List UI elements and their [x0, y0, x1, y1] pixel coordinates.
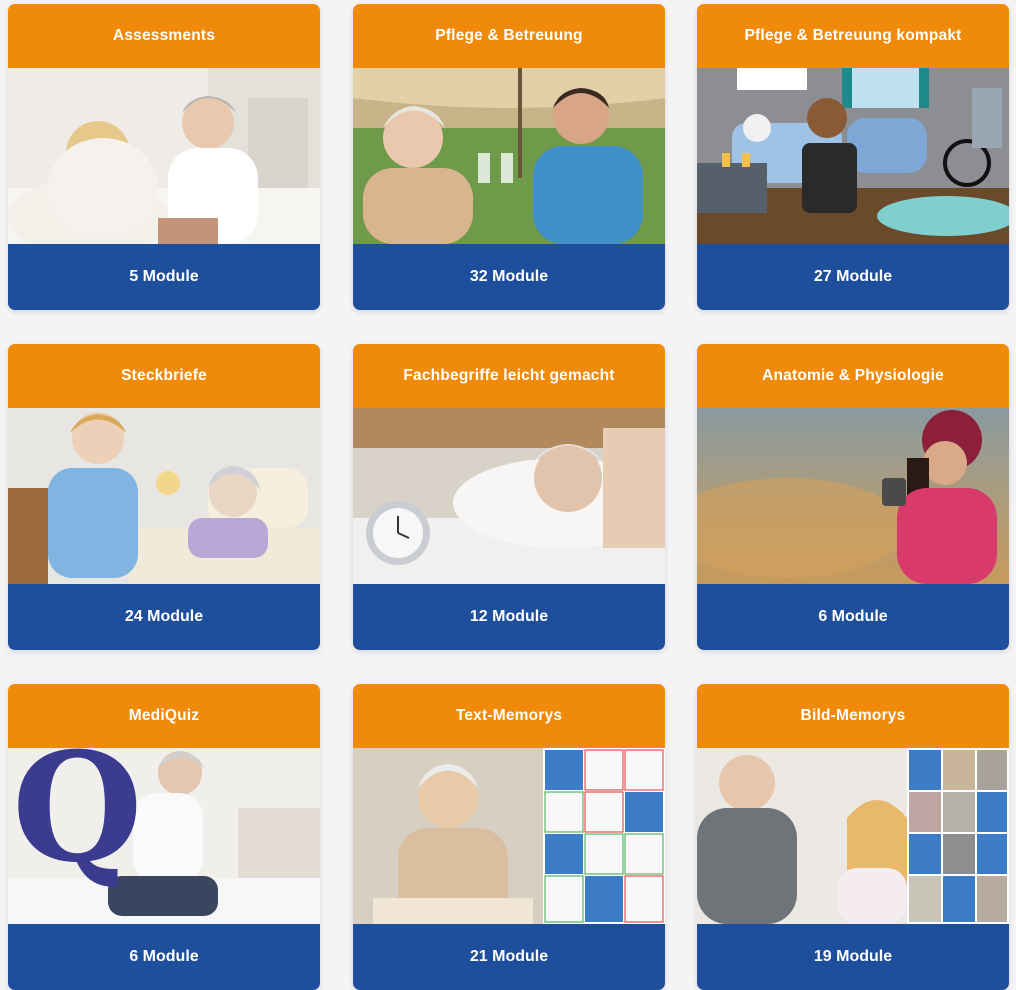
course-card-text-memorys[interactable]: Text-Memorys 21 Module: [353, 684, 665, 990]
nurse-toast-photo: [353, 68, 665, 244]
card-title: Assessments: [8, 4, 320, 68]
module-count: 12 Module: [353, 584, 665, 650]
card-image: [8, 408, 320, 584]
course-card-anatomie-physiologie[interactable]: Anatomie & Physiologie 6 Module: [697, 344, 1009, 650]
memory-card-grid: [543, 748, 665, 924]
card-image: Q: [8, 748, 320, 924]
card-title: Pflege & Betreuung: [353, 4, 665, 68]
card-image: [353, 68, 665, 244]
nurse-patient-illustration: [8, 408, 320, 584]
course-card-pflege-betreuung-kompakt[interactable]: Pflege & Betreuung kompakt 27 Module: [697, 4, 1009, 310]
patient-room-illustration: [697, 68, 1009, 244]
card-title: Steckbriefe: [8, 344, 320, 408]
module-count: 21 Module: [353, 924, 665, 990]
course-grid: Assessments 5 Module Pflege & Betreuung: [0, 0, 1016, 990]
caregiver-chat-photo: [8, 68, 320, 244]
woman-eating-memory-cards: [353, 748, 665, 924]
module-count: 6 Module: [8, 924, 320, 990]
course-card-fachbegriffe[interactable]: Fachbegriffe leicht gemacht 12 Module: [353, 344, 665, 650]
course-card-bild-memorys[interactable]: Bild-Memorys 19 Module: [697, 684, 1009, 990]
course-card-mediquiz[interactable]: MediQuiz Q 6 Module: [8, 684, 320, 990]
module-count: 24 Module: [8, 584, 320, 650]
memory-card-grid: [907, 748, 1009, 924]
autumn-woman-photo: [697, 408, 1009, 584]
card-title: Pflege & Betreuung kompakt: [697, 4, 1009, 68]
module-count: 6 Module: [697, 584, 1009, 650]
card-image: [697, 68, 1009, 244]
card-image: [8, 68, 320, 244]
card-title: Bild-Memorys: [697, 684, 1009, 748]
course-card-assessments[interactable]: Assessments 5 Module: [8, 4, 320, 310]
sleeping-woman-photo: [353, 408, 665, 584]
elderly-man-memory-cards: [697, 748, 1009, 924]
card-title: Text-Memorys: [353, 684, 665, 748]
card-title: Fachbegriffe leicht gemacht: [353, 344, 665, 408]
man-on-bed-photo: Q: [8, 748, 320, 924]
card-image: [353, 408, 665, 584]
module-count: 32 Module: [353, 244, 665, 310]
course-card-pflege-betreuung[interactable]: Pflege & Betreuung 32 Module: [353, 4, 665, 310]
q-letter: Q: [12, 748, 143, 896]
module-count: 19 Module: [697, 924, 1009, 990]
card-title: MediQuiz: [8, 684, 320, 748]
card-image: [353, 748, 665, 924]
card-image: [697, 408, 1009, 584]
course-card-steckbriefe[interactable]: Steckbriefe 24 Module: [8, 344, 320, 650]
module-count: 5 Module: [8, 244, 320, 310]
card-image: [697, 748, 1009, 924]
module-count: 27 Module: [697, 244, 1009, 310]
card-title: Anatomie & Physiologie: [697, 344, 1009, 408]
